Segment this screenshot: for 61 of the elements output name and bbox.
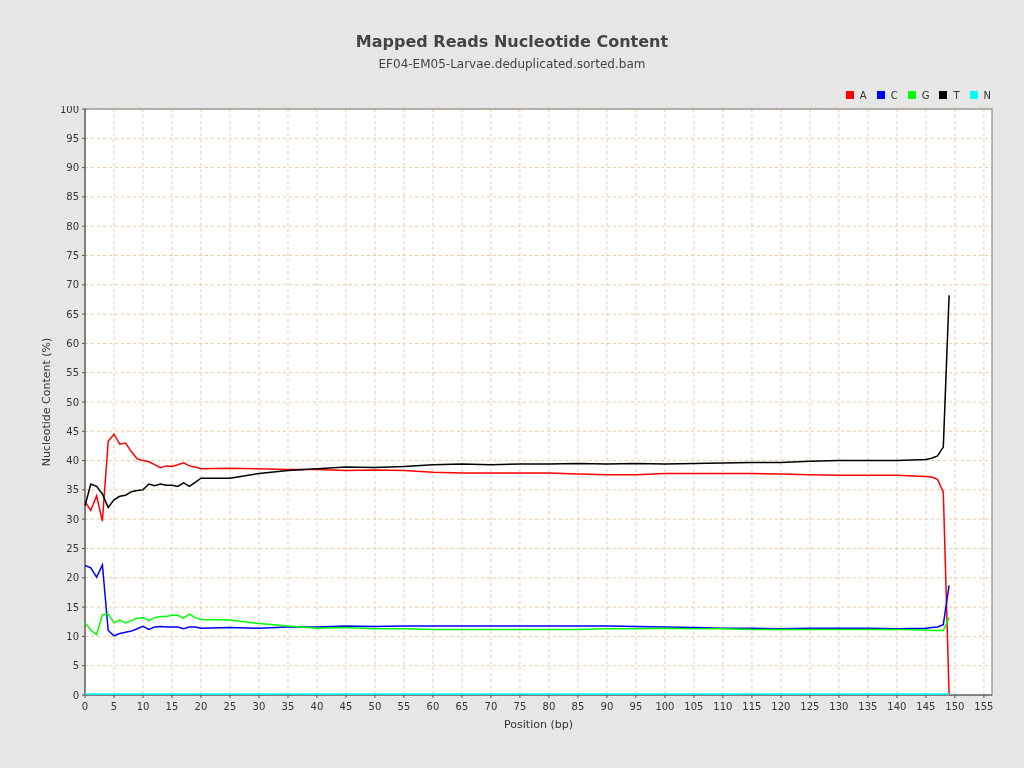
y-tick-label: 30 — [66, 513, 79, 525]
x-tick-label: 110 — [713, 701, 733, 712]
y-tick-label: 60 — [66, 337, 79, 349]
legend-label: A — [859, 89, 867, 101]
x-tick-label: 150 — [945, 701, 965, 712]
x-tick-label: 70 — [484, 701, 498, 712]
legend-label: T — [953, 89, 960, 101]
x-tick-label: 130 — [829, 701, 849, 712]
y-tick-label: 55 — [66, 367, 79, 379]
x-tick-label: 85 — [571, 701, 585, 712]
x-tick-label: 55 — [397, 701, 411, 712]
y-tick-label: 90 — [66, 162, 79, 174]
y-tick-label: 25 — [66, 543, 79, 554]
y-tick-label: 65 — [66, 308, 79, 320]
x-tick-label: 140 — [887, 701, 907, 712]
x-tick-label: 35 — [281, 701, 295, 712]
y-tick-label: 80 — [66, 220, 79, 232]
y-tick-label: 0 — [72, 689, 79, 701]
x-tick-label: 40 — [310, 701, 324, 712]
x-tick-label: 45 — [339, 701, 353, 712]
x-tick-label: 95 — [629, 701, 643, 712]
y-tick-label: 95 — [66, 132, 79, 144]
y-tick-label: 75 — [66, 250, 79, 261]
y-axis-title: Nucleotide Content (%) — [40, 337, 53, 467]
x-tick-label: 30 — [252, 701, 266, 712]
y-tick-label: 45 — [66, 425, 79, 437]
x-tick-label: 20 — [194, 701, 208, 712]
legend-label: N — [983, 89, 991, 101]
chart-subtitle: EF04-EM05-Larvae.deduplicated.sorted.bam — [378, 57, 646, 71]
chart-title: Mapped Reads Nucleotide Content — [355, 32, 669, 51]
x-tick-label: 120 — [771, 701, 791, 712]
y-tick-label: 10 — [66, 630, 79, 642]
legend-label: G — [921, 89, 930, 101]
y-tick-label: 5 — [72, 660, 79, 672]
legend-label: C — [890, 89, 898, 101]
y-tick-label: 85 — [66, 191, 79, 203]
y-tick-label: 50 — [66, 396, 79, 408]
x-tick-label: 115 — [742, 701, 762, 712]
y-tick-label: 35 — [66, 484, 79, 496]
x-tick-label: 15 — [165, 701, 179, 712]
x-tick-label: 10 — [136, 701, 150, 712]
y-tick-label: 70 — [66, 279, 79, 291]
x-tick-label: 60 — [426, 701, 440, 712]
x-tick-label: 125 — [800, 701, 820, 712]
x-tick-label: 65 — [455, 701, 469, 712]
x-tick-label: 105 — [684, 701, 704, 712]
x-tick-label: 75 — [513, 701, 527, 712]
x-tick-label: 90 — [600, 701, 614, 712]
x-tick-label: 50 — [368, 701, 382, 712]
x-tick-label: 80 — [542, 701, 556, 712]
x-tick-label: 25 — [223, 701, 237, 712]
y-tick-label: 40 — [66, 455, 79, 467]
y-tick-label: 15 — [66, 601, 79, 613]
x-tick-label: 155 — [974, 701, 994, 712]
x-tick-label: 0 — [81, 701, 89, 712]
x-tick-label: 100 — [655, 701, 675, 712]
x-tick-label: 135 — [858, 701, 878, 712]
x-tick-label: 145 — [916, 701, 936, 712]
x-tick-label: 5 — [110, 701, 118, 712]
x-axis-title: Position (bp) — [504, 718, 573, 731]
y-tick-label: 20 — [66, 572, 79, 584]
